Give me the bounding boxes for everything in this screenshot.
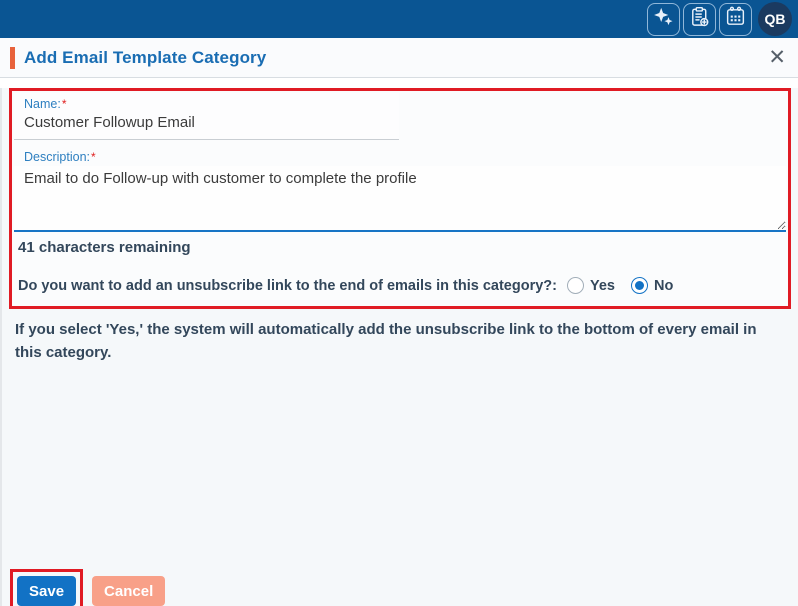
radio-yes-label[interactable]: Yes — [590, 278, 615, 294]
dialog-title: Add Email Template Category — [24, 47, 267, 67]
description-textarea[interactable]: Email to do Follow-up with customer to c… — [14, 166, 786, 232]
unsubscribe-question-label: Do you want to add an unsubscribe link t… — [18, 277, 557, 294]
name-label: Name:* — [24, 97, 67, 111]
chars-remaining-text: 41 characters remaining — [18, 239, 191, 256]
dialog-header: Add Email Template Category ✕ — [0, 38, 798, 78]
unsubscribe-question-row: Do you want to add an unsubscribe link t… — [18, 277, 786, 294]
name-input[interactable] — [24, 111, 389, 133]
radio-no[interactable]: No — [630, 277, 673, 294]
ai-sparkle-button[interactable] — [647, 2, 680, 36]
cancel-button[interactable]: Cancel — [92, 576, 166, 606]
calendar-button[interactable] — [719, 2, 752, 36]
clipboard-add-button[interactable] — [683, 2, 716, 36]
name-field-group: Name:* — [14, 93, 399, 140]
description-label: Description:* — [24, 150, 96, 164]
clipboard-add-icon — [688, 5, 711, 33]
radio-yes-circle[interactable] — [566, 277, 584, 294]
dialog-body: Name:* Description:* Email to do Follow-… — [0, 88, 798, 606]
help-text: If you select 'Yes,' the system will aut… — [15, 321, 757, 362]
save-annotation-box: Save — [10, 569, 84, 606]
title-accent-bar — [10, 46, 15, 69]
calendar-icon — [724, 5, 747, 33]
user-avatar[interactable]: QB — [758, 2, 792, 36]
radio-no-circle[interactable] — [630, 277, 648, 294]
ai-sparkle-icon — [652, 5, 675, 33]
save-button[interactable]: Save — [17, 576, 77, 606]
required-asterisk: * — [61, 97, 67, 111]
radio-no-label[interactable]: No — [654, 278, 673, 294]
radio-yes[interactable]: Yes — [566, 277, 615, 294]
top-app-bar: QB — [0, 0, 798, 38]
required-asterisk: * — [91, 150, 96, 164]
close-icon[interactable]: ✕ — [768, 47, 786, 68]
dialog-footer: Save Cancel — [2, 569, 166, 606]
form-annotation-box: Name:* Description:* Email to do Follow-… — [9, 88, 791, 309]
